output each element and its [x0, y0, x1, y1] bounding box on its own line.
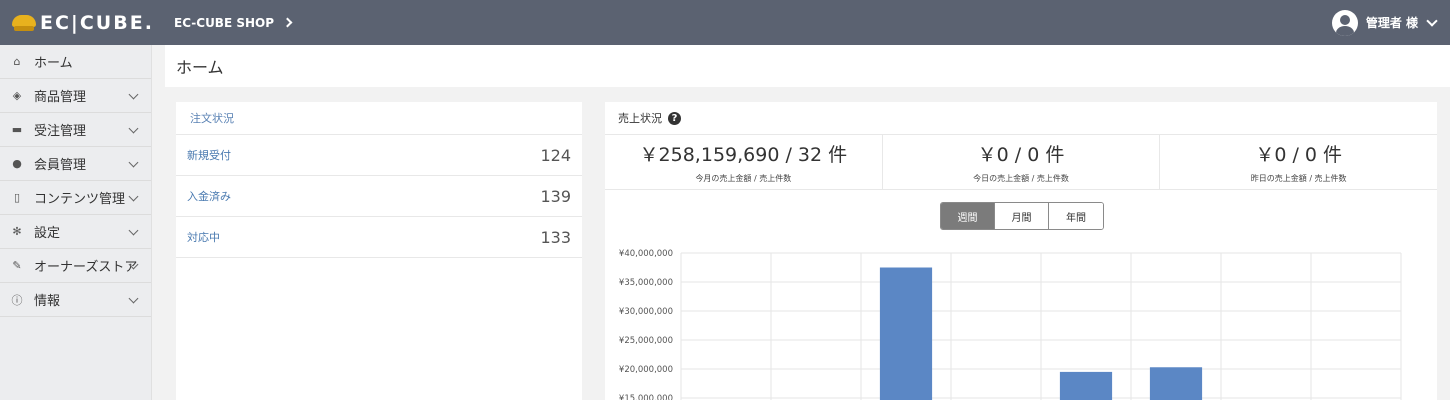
cart-icon: ▬	[11, 123, 23, 136]
sidebar-item-label: 会員管理	[34, 158, 87, 173]
stat-this-month: ￥258,159,690 / 32 件 今月の売上金額 / 売上件数	[605, 135, 883, 189]
stat-label: 今日の売上金額 / 売上件数	[973, 174, 1069, 183]
y-tick-label: ¥35,000,000	[619, 278, 673, 288]
order-label[interactable]: 入金済み	[187, 188, 231, 204]
y-tick-label: ¥25,000,000	[619, 336, 673, 346]
chevron-down-icon	[128, 123, 139, 134]
shop-name: EC-CUBE SHOP	[174, 15, 275, 30]
order-row-in-progress[interactable]: 対応中 133	[176, 217, 582, 258]
chevron-down-icon	[128, 191, 139, 202]
gear-icon: ✻	[12, 225, 22, 238]
sidebar: ⌂ ホーム ◈ 商品管理 ▬ 受注管理 ● 会員管理 ▯ コンテンツ管理 ✻ 設定 ✎ オーナーズストア ⓘ…	[0, 45, 152, 400]
help-icon[interactable]: ?	[668, 111, 681, 125]
logo-mark-icon	[12, 13, 36, 33]
chevron-down-icon	[1426, 14, 1438, 27]
order-row-new[interactable]: 新規受付 124	[176, 135, 582, 176]
sidebar-item-label: ホーム	[34, 56, 73, 71]
sidebar-item-label: 情報	[34, 294, 61, 309]
stat-value: ￥0 / 0 件	[1255, 144, 1343, 166]
page-title: ホーム	[176, 58, 224, 77]
order-status-card: 注文状況 新規受付 124 入金済み 139 対応中 133	[176, 102, 582, 400]
user-avatar-icon	[1331, 9, 1358, 36]
sidebar-item[interactable]: ✎ オーナーズストア	[0, 249, 151, 283]
sidebar-item-label: オーナーズストア	[34, 260, 138, 275]
sidebar-item-label: 受注管理	[34, 124, 87, 139]
sidebar-item-label: コンテンツ管理	[34, 192, 126, 207]
period-weekly-button[interactable]: 週間	[941, 203, 995, 229]
chart-bar[interactable]	[879, 267, 933, 400]
info-icon: ⓘ	[11, 293, 23, 307]
sidebar-item[interactable]: ▬ 受注管理	[0, 113, 151, 147]
y-tick-label: ¥40,000,000	[619, 249, 673, 259]
order-label[interactable]: 対応中	[187, 229, 220, 245]
sidebar-item[interactable]: ✻ 設定	[0, 215, 151, 249]
order-count: 124	[540, 145, 571, 165]
sales-stats: ￥258,159,690 / 32 件 今月の売上金額 / 売上件数 ￥0 / …	[605, 135, 1437, 190]
file-icon: ▯	[13, 191, 21, 204]
order-status-title: 注文状況	[176, 102, 582, 135]
chevron-down-icon	[128, 89, 139, 100]
user-menu[interactable]: 管理者 様	[1331, 0, 1438, 45]
chevron-right-icon	[282, 17, 293, 28]
sidebar-item-label: 商品管理	[34, 90, 87, 105]
y-tick-label: ¥30,000,000	[619, 307, 673, 317]
chart-bar[interactable]	[1059, 371, 1113, 400]
period-monthly-button[interactable]: 月間	[995, 203, 1049, 229]
user-name: 管理者 様	[1365, 16, 1418, 30]
order-count: 133	[540, 227, 571, 247]
stat-label: 昨日の売上金額 / 売上件数	[1250, 174, 1347, 183]
sidebar-item[interactable]: ● 会員管理	[0, 147, 151, 181]
sidebar-item[interactable]: ⓘ 情報	[0, 283, 151, 317]
sidebar-item[interactable]: ⌂ ホーム	[0, 45, 151, 79]
stat-value: ￥0 / 0 件	[977, 144, 1065, 166]
home-icon: ⌂	[13, 55, 21, 68]
sidebar-item[interactable]: ▯ コンテンツ管理	[0, 181, 151, 215]
stat-label: 今月の売上金額 / 売上件数	[695, 174, 792, 183]
sales-status-title: 売上状況	[618, 112, 662, 125]
chevron-down-icon	[128, 225, 139, 236]
cube-icon: ◈	[12, 89, 22, 102]
y-tick-label: ¥20,000,000	[619, 365, 673, 375]
y-tick-label: ¥15,000,000	[619, 394, 673, 400]
sales-status-card: 売上状況 ? ￥258,159,690 / 32 件 今月の売上金額 / 売上件…	[605, 102, 1437, 400]
sidebar-item-label: 設定	[34, 226, 61, 241]
ec-cube-logo[interactable]: EC|CUBE.	[12, 10, 154, 36]
page-title-bar: ホーム	[165, 45, 1450, 87]
shop-link[interactable]: EC-CUBE SHOP	[174, 0, 293, 45]
period-yearly-button[interactable]: 年間	[1049, 203, 1103, 229]
chart-bar[interactable]	[1149, 367, 1203, 400]
stat-today: ￥0 / 0 件 今日の売上金額 / 売上件数	[883, 135, 1161, 189]
sales-bar-chart: ¥40,000,000 ¥35,000,000 ¥30,000,000 ¥25,000…	[619, 249, 1402, 400]
chevron-down-icon	[128, 157, 139, 168]
order-count: 139	[540, 186, 571, 206]
stat-value: ￥258,159,690 / 32 件	[639, 144, 848, 166]
order-row-paid[interactable]: 入金済み 139	[176, 176, 582, 217]
sidebar-item[interactable]: ◈ 商品管理	[0, 79, 151, 113]
plug-icon: ✎	[12, 259, 22, 272]
period-toggle: 週間 月間 年間	[940, 202, 1104, 230]
stat-yesterday: ￥0 / 0 件 昨日の売上金額 / 売上件数	[1160, 135, 1437, 189]
chevron-down-icon	[128, 293, 139, 304]
sales-status-header: 売上状況 ?	[605, 102, 1437, 135]
top-header: EC|CUBE. EC-CUBE SHOP 管理者 様	[0, 0, 1450, 45]
logo-text: EC|CUBE.	[40, 12, 154, 34]
order-label[interactable]: 新規受付	[187, 147, 231, 163]
users-icon: ●	[12, 157, 22, 170]
